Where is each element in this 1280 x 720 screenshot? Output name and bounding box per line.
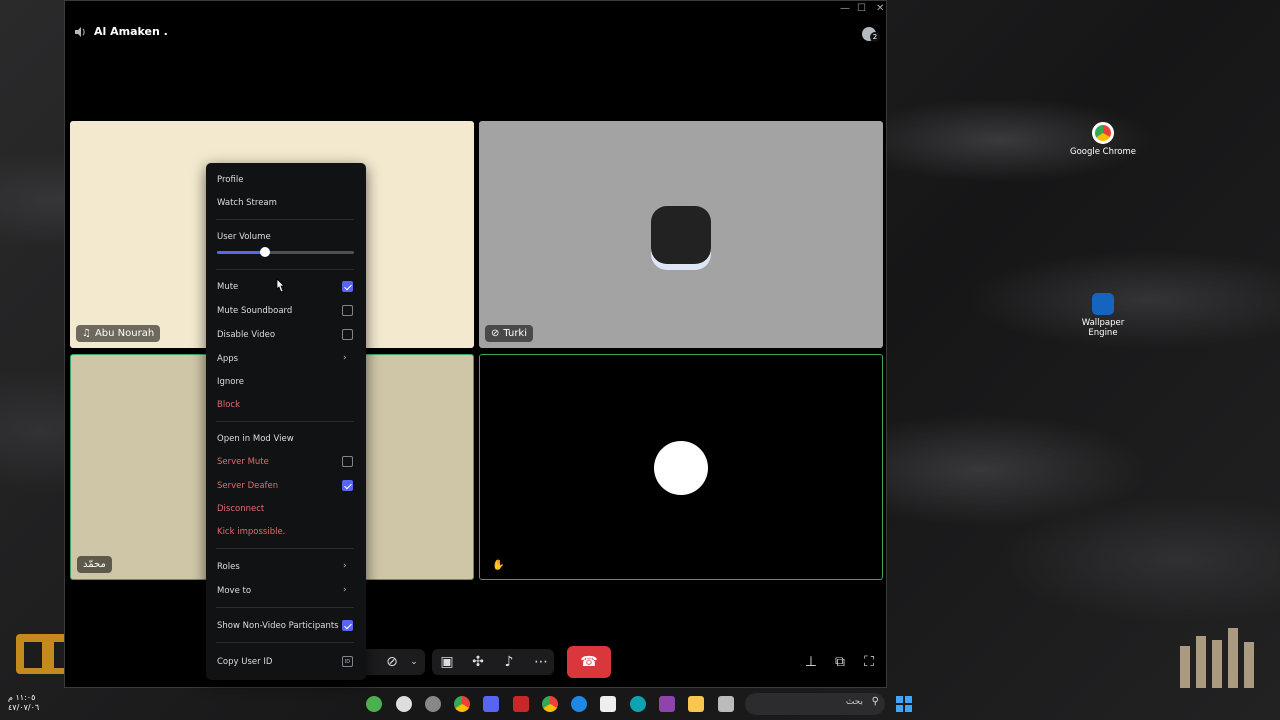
raised-hand-icon: ✋ bbox=[492, 560, 505, 571]
menu-item-move-to[interactable]: Move to bbox=[217, 586, 251, 596]
video-tile-turki[interactable]: ⊘ Turki bbox=[479, 121, 883, 348]
taskbar-app-icon[interactable] bbox=[659, 696, 675, 712]
mute-soundboard-checkbox[interactable] bbox=[342, 305, 353, 316]
volume-handle[interactable] bbox=[259, 247, 270, 257]
edge-icon[interactable] bbox=[630, 696, 646, 712]
taskbar-app-icon[interactable] bbox=[425, 696, 441, 712]
file-explorer-icon[interactable] bbox=[688, 696, 704, 712]
taskbar-app-icon[interactable] bbox=[718, 696, 734, 712]
popout-icon[interactable]: ⧉ bbox=[825, 651, 855, 673]
menu-item-show-non-video[interactable]: Show Non-Video Participants bbox=[217, 621, 339, 631]
volume-fill bbox=[217, 251, 265, 254]
people-icon[interactable]: 2 bbox=[862, 27, 880, 42]
participant-nameplate: ⊘ Turki bbox=[485, 325, 533, 342]
menu-item-kick[interactable]: Kick impossible. bbox=[217, 527, 285, 537]
desktop-icon-chrome[interactable]: Google Chrome bbox=[1068, 122, 1138, 157]
chevron-down-icon[interactable]: ⌄ bbox=[399, 651, 429, 673]
show-non-video-checkbox[interactable] bbox=[342, 620, 353, 631]
menu-divider bbox=[216, 421, 354, 422]
channel-name: Al Amaken . bbox=[94, 25, 168, 38]
search-icon: ⚲ bbox=[871, 696, 879, 707]
mouse-cursor bbox=[274, 278, 285, 298]
menu-item-mute[interactable]: Mute bbox=[217, 282, 238, 292]
menu-item-copy-user-id[interactable]: Copy User ID bbox=[217, 657, 272, 667]
participant-nameplate: محمّد bbox=[77, 556, 112, 573]
search-placeholder: بحث bbox=[845, 697, 863, 707]
taskbar-clock[interactable]: ١١:٠٥ م ٤٧/٠٧/٠٦ bbox=[8, 693, 39, 713]
menu-divider bbox=[216, 269, 354, 270]
user-volume-label: User Volume bbox=[217, 232, 271, 242]
menu-item-open-mod-view[interactable]: Open in Mod View bbox=[217, 434, 294, 444]
chrome-icon bbox=[1092, 122, 1114, 144]
participant-nameplate: ♫ Abu Nourah bbox=[76, 325, 161, 342]
video-tile-unnamed[interactable]: ✋ bbox=[479, 354, 883, 580]
settings-icon[interactable] bbox=[396, 696, 412, 712]
server-mute-checkbox[interactable] bbox=[342, 456, 353, 467]
mute-checkbox[interactable] bbox=[342, 281, 353, 292]
desktop-icon-label: Wallpaper Engine bbox=[1081, 318, 1125, 338]
more-options-icon[interactable]: ⋯ bbox=[526, 651, 556, 673]
menu-item-disconnect[interactable]: Disconnect bbox=[217, 504, 264, 514]
fullscreen-icon[interactable]: ⛶ bbox=[854, 651, 884, 673]
clock-time: ١١:٠٥ م bbox=[8, 693, 36, 702]
chrome-icon[interactable] bbox=[542, 696, 558, 712]
speaker-icon bbox=[75, 26, 85, 37]
disable-video-checkbox[interactable] bbox=[342, 329, 353, 340]
close-button[interactable]: ✕ bbox=[876, 3, 884, 14]
menu-item-block[interactable]: Block bbox=[217, 400, 240, 410]
menu-divider bbox=[216, 607, 354, 608]
minimize-button[interactable]: — bbox=[840, 3, 850, 14]
desktop-icon-wallpaper-engine[interactable]: Wallpaper Engine bbox=[1068, 293, 1138, 338]
menu-divider bbox=[216, 219, 354, 220]
chevron-right-icon: › bbox=[343, 561, 347, 571]
notification-count: 2 bbox=[870, 32, 880, 42]
voice-call-window: — ☐ ✕ Al Amaken . 2 ♫ Abu Nourah ⊘ Turki… bbox=[64, 0, 887, 688]
menu-item-server-mute[interactable]: Server Mute bbox=[217, 457, 269, 467]
overlay-logo-right bbox=[1180, 626, 1280, 688]
wallpaper-engine-icon bbox=[1092, 293, 1114, 315]
avatar bbox=[654, 441, 708, 495]
menu-item-profile[interactable]: Profile bbox=[217, 175, 243, 185]
menu-item-ignore[interactable]: Ignore bbox=[217, 377, 244, 387]
desktop-icon-label: Google Chrome bbox=[1069, 147, 1137, 157]
chrome-icon[interactable] bbox=[454, 696, 470, 712]
pin-icon[interactable]: ⊥ bbox=[796, 651, 826, 673]
clock-date: ٤٧/٠٧/٠٦ bbox=[8, 703, 40, 712]
start-button[interactable] bbox=[896, 696, 912, 712]
activities-icon[interactable]: ✣ bbox=[463, 651, 493, 673]
id-badge-icon: ID bbox=[342, 656, 353, 667]
menu-item-watch-stream[interactable]: Watch Stream bbox=[217, 198, 277, 208]
menu-divider bbox=[216, 642, 354, 643]
taskbar-app-icon[interactable] bbox=[513, 696, 529, 712]
menu-item-roles[interactable]: Roles bbox=[217, 562, 240, 572]
menu-item-server-deafen[interactable]: Server Deafen bbox=[217, 481, 278, 491]
taskbar-search-box[interactable]: بحث ⚲ bbox=[745, 693, 885, 715]
menu-item-mute-soundboard[interactable]: Mute Soundboard bbox=[217, 306, 292, 316]
chevron-right-icon: › bbox=[343, 353, 347, 363]
deafened-icon: ♫ bbox=[82, 328, 91, 339]
menu-item-disable-video[interactable]: Disable Video bbox=[217, 330, 275, 340]
store-icon[interactable] bbox=[600, 696, 616, 712]
taskbar-app-icon[interactable] bbox=[366, 696, 382, 712]
discord-icon[interactable] bbox=[483, 696, 499, 712]
menu-divider bbox=[216, 548, 354, 549]
hp-icon[interactable] bbox=[571, 696, 587, 712]
maximize-button[interactable]: ☐ bbox=[857, 3, 866, 14]
channel-header: Al Amaken . bbox=[74, 25, 168, 38]
menu-item-apps[interactable]: Apps bbox=[217, 354, 238, 364]
chevron-right-icon: › bbox=[343, 585, 347, 595]
avatar bbox=[651, 206, 711, 264]
user-context-menu: Profile Watch Stream User Volume Mute Mu… bbox=[206, 163, 366, 680]
muted-mic-icon: ⊘ bbox=[491, 328, 500, 339]
disconnect-call-button[interactable]: ☎ bbox=[567, 646, 611, 678]
user-volume-slider[interactable] bbox=[217, 247, 354, 257]
soundboard-icon[interactable]: ♪ bbox=[494, 651, 524, 673]
screen-share-icon[interactable]: ▣ bbox=[432, 651, 462, 673]
server-deafen-checkbox[interactable] bbox=[342, 480, 353, 491]
